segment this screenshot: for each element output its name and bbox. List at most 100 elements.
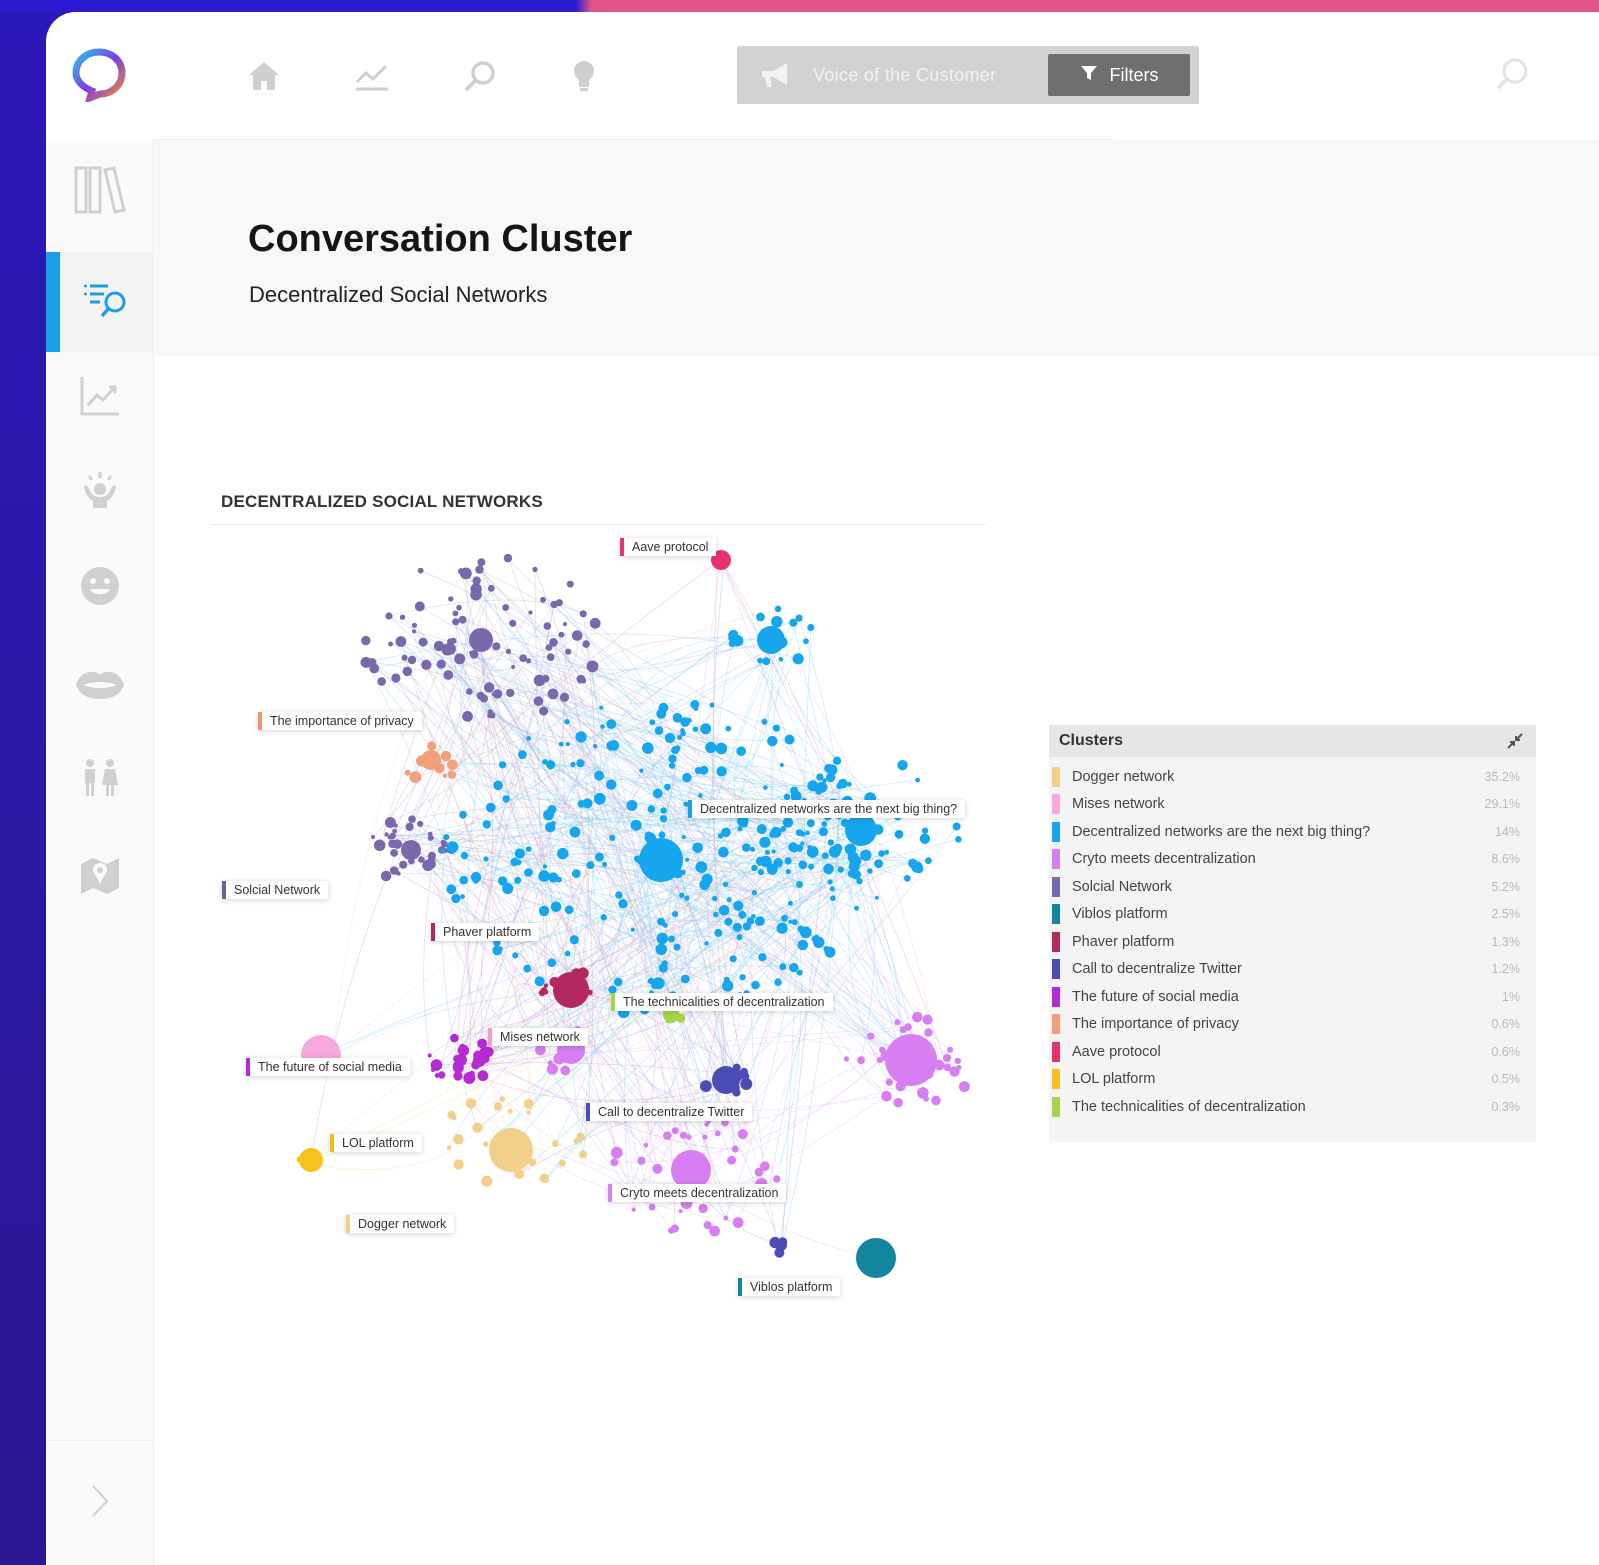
cluster-row[interactable]: Dogger network 35.2% — [1049, 763, 1536, 791]
graph-node — [919, 833, 931, 844]
graph-node — [502, 604, 510, 611]
sidebar-item-ideas[interactable] — [46, 442, 154, 542]
graph-node — [483, 856, 489, 862]
graph-label-decentralized-networks[interactable]: Decentralized networks are the next big … — [688, 800, 966, 818]
filters-button[interactable]: Filters — [1048, 54, 1190, 96]
graph-node — [714, 928, 723, 937]
sidebar-item-sentiment[interactable] — [46, 538, 154, 638]
graph-node — [769, 830, 777, 838]
graph-node — [742, 843, 751, 852]
graph-node — [479, 1072, 488, 1081]
sidebar-item-demographics[interactable] — [46, 730, 154, 830]
cluster-row[interactable]: The technicalities of decentralization 0.… — [1049, 1093, 1536, 1121]
graph-hub-node — [775, 1239, 787, 1251]
graph-node — [551, 1140, 559, 1148]
cluster-color-swatch — [1052, 986, 1060, 1007]
graph-node — [714, 1130, 721, 1137]
graph-node — [914, 864, 924, 874]
cluster-row[interactable]: Viblos platform 2.5% — [1049, 901, 1536, 929]
source-selector[interactable]: Voice of the Customer Filters — [737, 46, 1199, 104]
graph-node — [447, 759, 458, 771]
graph-node — [459, 810, 467, 819]
graph-node — [402, 666, 413, 677]
graph-node — [483, 1141, 489, 1147]
home-icon[interactable] — [244, 56, 284, 96]
graph-node — [571, 869, 581, 878]
collapse-icon[interactable] — [1504, 730, 1526, 752]
cluster-row[interactable]: Aave protocol 0.6% — [1049, 1038, 1536, 1066]
graph-label-twitter[interactable]: Call to decentralize Twitter — [586, 1103, 753, 1121]
graph-label-technicalities[interactable]: The technicalities of decentralization — [611, 993, 833, 1011]
graph-node — [555, 599, 563, 607]
brand-logo-icon[interactable] — [72, 48, 126, 104]
graph-label-solcial[interactable]: Solcial Network — [222, 881, 329, 899]
graph-node — [472, 1122, 483, 1133]
graph-node — [643, 1143, 649, 1148]
graph-label-viblos[interactable]: Viblos platform — [738, 1278, 841, 1296]
graph-node — [805, 830, 810, 836]
sidebar-item-voice[interactable] — [46, 636, 154, 736]
sidebar-item-trends[interactable] — [46, 348, 154, 448]
graph-node — [836, 782, 844, 790]
graph-node — [658, 702, 669, 713]
graph-node — [507, 1108, 513, 1114]
cluster-list: Dogger network 35.2% Mises network 29.1% Dec… — [1049, 757, 1536, 1121]
cluster-row[interactable]: Solcial Network 5.2% — [1049, 873, 1536, 901]
sidebar-item-library[interactable] — [46, 142, 154, 242]
cluster-row[interactable]: The future of social media 1% — [1049, 983, 1536, 1011]
graph-node — [463, 1072, 476, 1084]
graph-node — [427, 834, 434, 841]
lightbulb-icon[interactable] — [564, 56, 604, 96]
graph-label-lol[interactable]: LOL platform — [330, 1134, 422, 1152]
graph-node — [837, 866, 844, 873]
graph-node — [462, 711, 473, 722]
graph-node — [737, 826, 743, 832]
cluster-percentage: 1% — [1501, 989, 1520, 1004]
graph-edge — [853, 866, 918, 1018]
graph-node — [686, 717, 692, 723]
cluster-network-graph[interactable] — [211, 530, 1001, 1320]
graph-node — [698, 793, 703, 798]
cluster-row[interactable]: LOL platform 0.5% — [1049, 1066, 1536, 1094]
sidebar-item-conversation-search[interactable] — [46, 252, 154, 352]
graph-node — [405, 822, 414, 831]
graph-label-mises[interactable]: Mises network — [488, 1028, 588, 1046]
graph-node — [543, 809, 554, 821]
graph-label-privacy[interactable]: The importance of privacy — [258, 712, 422, 730]
graph-node — [894, 1019, 901, 1026]
search-icon[interactable] — [460, 56, 500, 96]
graph-label-phaver[interactable]: Phaver platform — [431, 923, 540, 941]
cluster-row[interactable]: Phaver platform 1.3% — [1049, 928, 1536, 956]
global-search-icon[interactable] — [1494, 56, 1534, 96]
graph-label-dogger[interactable]: Dogger network — [346, 1215, 455, 1233]
trend-line-icon[interactable] — [352, 56, 392, 96]
graph-label-cryto[interactable]: Cryto meets decentralization — [608, 1184, 787, 1202]
sidebar — [46, 140, 154, 1565]
graph-label-aave[interactable]: Aave protocol — [620, 538, 717, 556]
cluster-row[interactable]: Decentralized networks are the next big … — [1049, 818, 1536, 846]
sidebar-item-locations[interactable] — [46, 826, 154, 926]
graph-node — [767, 735, 778, 747]
graph-node — [556, 876, 562, 883]
graph-node — [792, 653, 804, 665]
graph-node — [799, 926, 812, 939]
cluster-row[interactable]: The importance of privacy 0.6% — [1049, 1011, 1536, 1039]
graph-node — [679, 1131, 688, 1139]
cluster-row[interactable]: Cryto meets decentralization 8.6% — [1049, 846, 1536, 874]
page-title: Conversation Cluster — [248, 218, 633, 260]
graph-node — [579, 1150, 588, 1159]
cluster-row[interactable]: Mises network 29.1% — [1049, 791, 1536, 819]
cluster-percentage: 2.5% — [1491, 907, 1521, 922]
graph-node — [600, 914, 607, 921]
cluster-row[interactable]: Call to decentralize Twitter 1.2% — [1049, 956, 1536, 984]
trend-chart-icon — [79, 375, 121, 422]
graph-node — [407, 655, 417, 665]
graph-node — [763, 785, 768, 790]
graph-node — [433, 640, 445, 652]
graph-node — [408, 815, 416, 823]
cluster-name: Decentralized networks are the next big … — [1072, 823, 1371, 840]
sidebar-expand-button[interactable] — [46, 1440, 154, 1565]
graph-node — [773, 858, 783, 868]
graph-label-future-social[interactable]: The future of social media — [246, 1058, 410, 1076]
graph-node — [791, 919, 798, 926]
